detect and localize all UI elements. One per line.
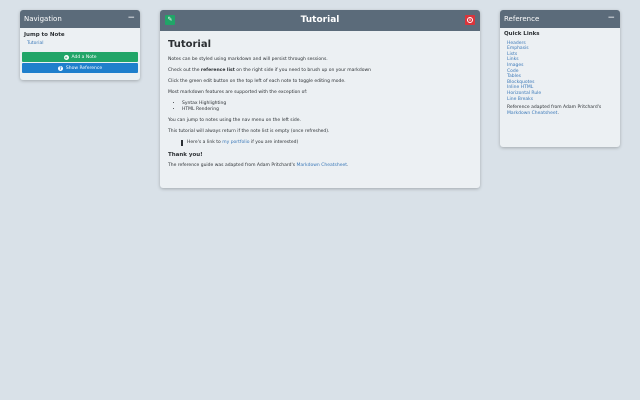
note-heading: Tutorial xyxy=(168,39,212,50)
navigation-panel: Navigation − Jump to Note Tutorial + Add… xyxy=(20,10,140,80)
jump-to-note-heading: Jump to Note xyxy=(24,32,65,38)
delete-note-button[interactable]: × xyxy=(465,15,475,25)
reference-title: Reference xyxy=(504,15,540,23)
note-paragraph: Notes can be styled using markdown and w… xyxy=(168,57,328,62)
show-reference-label: Show Reference xyxy=(65,65,103,71)
note-paragraph: The reference guide was adapted from Ada… xyxy=(168,163,472,169)
text-span: if you are interested) xyxy=(249,140,299,145)
navigation-title: Navigation xyxy=(24,15,62,23)
plus-circle-icon: + xyxy=(63,54,69,60)
reference-panel: Reference − Quick Links Headers Emphasis… xyxy=(500,10,620,147)
navigation-collapse-button[interactable]: − xyxy=(127,10,135,27)
thanks-heading: Thank you! xyxy=(168,152,203,158)
quick-link-line-breaks[interactable]: Line Breaks xyxy=(507,97,616,103)
text-span: on the right side if you need to brush u… xyxy=(234,68,372,73)
quick-links-heading: Quick Links xyxy=(504,31,540,37)
text-span: . xyxy=(347,163,349,168)
nav-item-tutorial[interactable]: Tutorial xyxy=(27,41,136,46)
reference-attribution: Reference adapted from Adam Pritchard's … xyxy=(507,105,616,116)
navigation-header: Navigation − xyxy=(20,10,140,28)
list-item: HTML Rendering xyxy=(182,107,472,113)
note-paragraph: You can jump to notes using the nav menu… xyxy=(168,118,301,123)
text-span: Here's a link to xyxy=(187,140,223,145)
text-span: . xyxy=(557,110,559,116)
blockquote: Here's a link to my portfolio if you are… xyxy=(181,140,472,146)
note-paragraph: This tutorial will always return if the … xyxy=(168,129,330,134)
reference-collapse-button[interactable]: − xyxy=(607,10,615,27)
text-span: Reference adapted from Adam Pritchard's xyxy=(507,105,602,111)
reference-header: Reference − xyxy=(500,10,620,28)
reference-body: Quick Links Headers Emphasis Lists Links… xyxy=(500,28,620,120)
note-paragraph: Check out the reference list on the righ… xyxy=(168,68,472,74)
add-note-label: Add a Note xyxy=(71,54,97,60)
show-reference-button[interactable]: ? Show Reference xyxy=(22,63,138,73)
close-circle-icon: × xyxy=(467,17,473,23)
pencil-icon: ✎ xyxy=(167,16,173,23)
text-span: Check out the xyxy=(168,68,201,73)
markdown-cheatsheet-link[interactable]: Markdown Cheatsheet xyxy=(297,163,347,168)
note-content: Tutorial Notes can be styled using markd… xyxy=(160,31,480,182)
portfolio-link[interactable]: my portfolio xyxy=(222,140,249,145)
note-header: ✎ Tutorial × xyxy=(160,10,480,31)
bold-text: reference list xyxy=(200,68,235,73)
note-card: ✎ Tutorial × Tutorial Notes can be style… xyxy=(160,10,480,188)
text-span: The reference guide was adapted from Ada… xyxy=(168,163,297,168)
navigation-body: Jump to Note Tutorial + Add a Note ? Sho… xyxy=(20,28,140,77)
note-paragraph: Most markdown features are supported wit… xyxy=(168,90,308,95)
reference-cheatsheet-link[interactable]: Markdown Cheatsheet xyxy=(507,111,557,116)
question-circle-icon: ? xyxy=(57,65,63,71)
quick-links-list: Headers Emphasis Lists Links Images Code… xyxy=(507,41,616,103)
edit-note-button[interactable]: ✎ xyxy=(165,15,175,25)
note-paragraph: Click the green edit button on the top l… xyxy=(168,79,346,84)
note-title: Tutorial xyxy=(300,15,340,25)
add-note-button[interactable]: + Add a Note xyxy=(22,52,138,62)
exceptions-list: Syntax Highlighting HTML Rendering xyxy=(182,101,472,113)
